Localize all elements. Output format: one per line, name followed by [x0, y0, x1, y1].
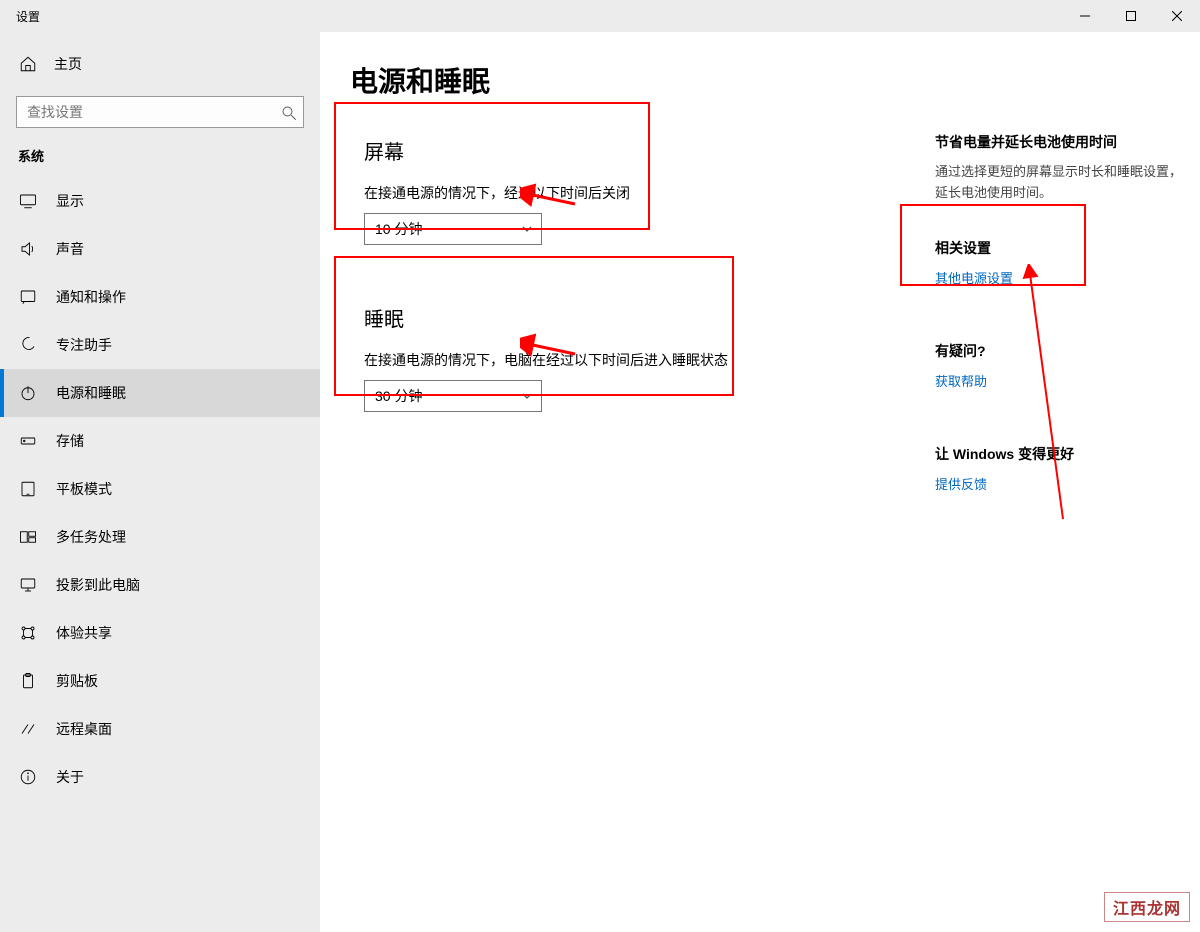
- home-button[interactable]: 主页: [0, 42, 320, 86]
- sidebar-item-label: 投影到此电脑: [56, 575, 140, 595]
- sidebar-item-remote[interactable]: 远程桌面: [0, 705, 320, 753]
- maximize-button[interactable]: [1108, 0, 1154, 32]
- sidebar-item-label: 多任务处理: [56, 527, 126, 547]
- sleep-section: 睡眠 在接通电源的情况下，电脑在经过以下时间后进入睡眠状态 30 分钟: [350, 295, 880, 432]
- screen-desc: 在接通电源的情况下，经过以下时间后关闭: [364, 183, 866, 203]
- sleep-timeout-select[interactable]: 30 分钟: [364, 380, 542, 412]
- sidebar-item-storage[interactable]: 存储: [0, 417, 320, 465]
- sleep-timeout-value: 30 分钟: [375, 386, 422, 406]
- sidebar-item-label: 通知和操作: [56, 287, 126, 307]
- watermark: 江西龙网: [1104, 892, 1190, 922]
- power-icon: [18, 384, 38, 402]
- remote-icon: [18, 720, 38, 738]
- page-title: 电源和睡眠: [350, 60, 880, 100]
- sleep-desc: 在接通电源的情况下，电脑在经过以下时间后进入睡眠状态: [364, 350, 866, 370]
- about-icon: [18, 768, 38, 786]
- screen-timeout-select[interactable]: 10 分钟: [364, 213, 542, 245]
- sidebar-group-label: 系统: [0, 146, 320, 177]
- search-icon: [280, 104, 296, 120]
- aside-power-saving-text: 通过选择更短的屏幕显示时长和睡眠设置，延长电池使用时间。: [935, 162, 1185, 204]
- aside-improve-title: 让 Windows 变得更好: [935, 444, 1185, 464]
- sidebar-item-label: 声音: [56, 239, 84, 259]
- multitask-icon: [18, 528, 38, 546]
- sidebar-item-label: 关于: [56, 767, 84, 787]
- sidebar-item-power[interactable]: 电源和睡眠: [0, 369, 320, 417]
- window-title: 设置: [0, 8, 40, 25]
- sidebar-item-display[interactable]: 显示: [0, 177, 320, 225]
- content-area: 电源和睡眠 屏幕 在接通电源的情况下，经过以下时间后关闭 10 分钟 睡眠 在接…: [320, 32, 1200, 932]
- sidebar-item-sound[interactable]: 声音: [0, 225, 320, 273]
- focus-icon: [18, 336, 38, 354]
- help-link[interactable]: 获取帮助: [935, 371, 987, 390]
- sidebar-item-about[interactable]: 关于: [0, 753, 320, 801]
- sidebar-item-notifications[interactable]: 通知和操作: [0, 273, 320, 321]
- sidebar-item-label: 专注助手: [56, 335, 112, 355]
- screen-heading: 屏幕: [364, 136, 866, 165]
- sidebar-item-label: 剪贴板: [56, 671, 98, 691]
- sidebar-item-clipboard[interactable]: 剪贴板: [0, 657, 320, 705]
- window-titlebar: 设置: [0, 0, 1200, 32]
- sidebar-item-multitask[interactable]: 多任务处理: [0, 513, 320, 561]
- sidebar-item-label: 远程桌面: [56, 719, 112, 739]
- sidebar-item-label: 存储: [56, 431, 84, 451]
- sidebar-item-tablet[interactable]: 平板模式: [0, 465, 320, 513]
- close-button[interactable]: [1154, 0, 1200, 32]
- display-icon: [18, 192, 38, 210]
- storage-icon: [18, 432, 38, 450]
- tablet-icon: [18, 480, 38, 498]
- sleep-heading: 睡眠: [364, 303, 866, 332]
- screen-timeout-value: 10 分钟: [375, 219, 422, 239]
- shared-icon: [18, 624, 38, 642]
- screen-section: 屏幕 在接通电源的情况下，经过以下时间后关闭 10 分钟: [350, 128, 880, 265]
- home-label: 主页: [54, 54, 82, 74]
- sidebar-item-shared[interactable]: 体验共享: [0, 609, 320, 657]
- sound-icon: [18, 240, 38, 258]
- aside-panel: 节省电量并延长电池使用时间 通过选择更短的屏幕显示时长和睡眠设置，延长电池使用时…: [935, 60, 1185, 541]
- sidebar-nav: 显示 声音 通知和操作 专注助手 电源和睡眠 存储: [0, 177, 320, 801]
- sidebar-item-focus[interactable]: 专注助手: [0, 321, 320, 369]
- sidebar-item-label: 体验共享: [56, 623, 112, 643]
- sidebar-item-label: 显示: [56, 191, 84, 211]
- projecting-icon: [18, 576, 38, 594]
- feedback-link[interactable]: 提供反馈: [935, 474, 987, 493]
- home-icon: [18, 55, 38, 73]
- notifications-icon: [18, 288, 38, 306]
- clipboard-icon: [18, 672, 38, 690]
- minimize-button[interactable]: [1062, 0, 1108, 32]
- sidebar-item-label: 电源和睡眠: [56, 383, 126, 403]
- sidebar: 主页 系统 显示 声音 通知和操作 专注助手: [0, 32, 320, 932]
- aside-question-title: 有疑问?: [935, 341, 1185, 361]
- aside-related-title: 相关设置: [935, 238, 1185, 258]
- chevron-down-icon: [521, 390, 533, 402]
- chevron-down-icon: [521, 223, 533, 235]
- related-link[interactable]: 其他电源设置: [935, 268, 1013, 287]
- sidebar-item-projecting[interactable]: 投影到此电脑: [0, 561, 320, 609]
- sidebar-item-label: 平板模式: [56, 479, 112, 499]
- aside-power-saving-title: 节省电量并延长电池使用时间: [935, 132, 1185, 152]
- search-input[interactable]: [16, 96, 304, 128]
- search-container: [16, 96, 304, 128]
